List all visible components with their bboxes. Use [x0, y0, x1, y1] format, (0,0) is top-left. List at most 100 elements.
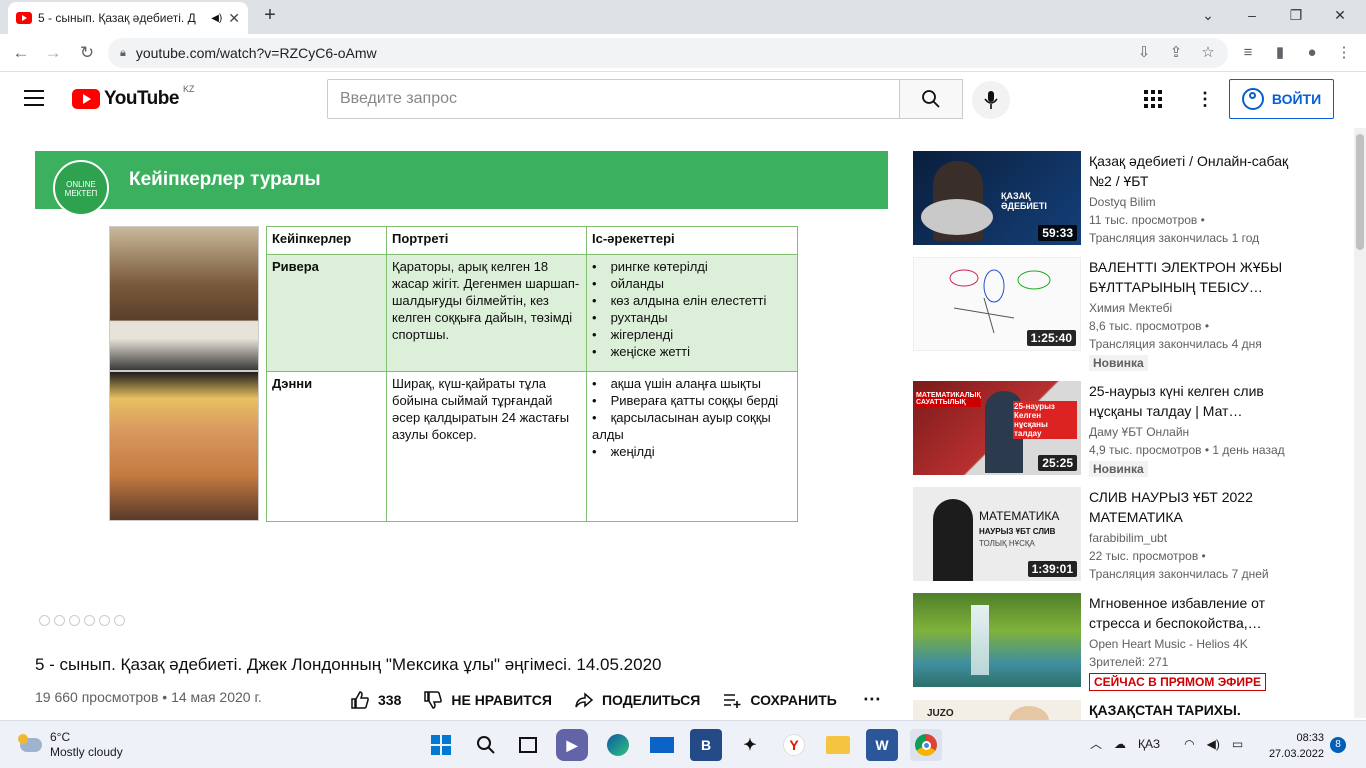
minimize-button[interactable]: – — [1240, 4, 1264, 26]
more-actions-icon[interactable]: ⋯ — [863, 689, 881, 710]
more-icon[interactable] — [114, 615, 125, 626]
search-input[interactable]: Введите запрос — [327, 79, 900, 119]
weather-condition: Mostly cloudy — [50, 745, 123, 759]
new-tab-button[interactable]: + — [258, 4, 282, 26]
thumbnail-text: ҚАЗАҚ ӘДЕБИЕТІ — [1001, 191, 1047, 211]
media-control-icon[interactable]: ≡ — [1236, 40, 1260, 66]
clock[interactable]: 08:33 27.03.2022 — [1264, 730, 1324, 762]
wifi-icon[interactable]: ◠ — [1184, 737, 1194, 751]
browser-tab[interactable]: 5 - сынып. Қазақ әдебиеті. Д ◀) ✕ — [8, 2, 248, 34]
back-button[interactable]: ← — [8, 40, 34, 66]
video-thumbnail[interactable]: МАТЕМАТИКА НАУРЫЗ ҰБТ СЛИВ ТОЛЫҚ НҰСҚА 1… — [913, 487, 1081, 581]
slide-header: ONLINE МЕКТЕП Кейіпкерлер туралы — [35, 151, 888, 216]
system-tray: ︿ ☁ ҚАЗ ◠ ◀) ▭ — [1090, 735, 1243, 752]
lock-icon: 🔒︎ — [120, 46, 126, 59]
microphone-icon — [984, 91, 998, 109]
share-button[interactable]: ПОДЕЛИТЬСЯ — [574, 690, 700, 710]
tab-close-icon[interactable]: ✕ — [228, 10, 240, 27]
share-icon[interactable]: ⇪ — [1164, 40, 1188, 66]
dislike-button[interactable]: НЕ НРАВИТСЯ — [423, 690, 552, 710]
view-count: 4,9 тыс. просмотров • 1 день назад — [1089, 443, 1285, 457]
action-item: жігерленді — [592, 326, 792, 343]
volume-icon[interactable]: ◀) — [1207, 737, 1220, 751]
action-item: Ривераға қатты соққы берді — [592, 392, 792, 409]
next-slide-icon[interactable] — [54, 615, 65, 626]
new-badge: Новинка — [1089, 461, 1148, 477]
restore-button[interactable]: ❐ — [1284, 4, 1308, 26]
tray-chevron-icon[interactable]: ︿ — [1090, 735, 1102, 752]
recommendation-item[interactable]: ҚАЗАҚ ӘДЕБИЕТІ 59:33 Қазақ әдебиеті / Он… — [913, 151, 1333, 251]
file-explorer-icon[interactable] — [822, 729, 854, 761]
battery-icon[interactable]: ▭ — [1232, 737, 1243, 751]
search-taskbar-icon[interactable] — [470, 729, 502, 761]
page-scrollbar[interactable] — [1354, 128, 1366, 718]
chat-icon[interactable]: ▶ — [556, 729, 588, 761]
recommendation-title: СЛИВ НАУРЫЗ ҰБТ 2022 МАТЕМАТИКА — [1089, 489, 1253, 525]
action-item: ақша үшін алаңға шықты — [592, 375, 792, 392]
close-window-button[interactable]: ✕ — [1328, 4, 1352, 26]
video-thumbnail[interactable] — [913, 593, 1081, 687]
video-player[interactable]: ONLINE МЕКТЕП Кейіпкерлер туралы Кейіпке… — [35, 151, 888, 631]
stream-status: Трансляция закончилась 4 дня — [1089, 337, 1262, 351]
search-button[interactable] — [899, 79, 963, 119]
youtube-logo[interactable]: YouTube KZ — [72, 84, 194, 110]
task-view-icon[interactable] — [512, 729, 544, 761]
sign-in-button[interactable]: ВОЙТИ — [1229, 79, 1334, 119]
side-panel-icon[interactable]: ▮ — [1268, 40, 1292, 66]
slides-icon[interactable] — [84, 615, 95, 626]
account-icon — [1241, 88, 1264, 110]
onedrive-cloud-icon[interactable]: ☁ — [1114, 737, 1126, 751]
pen-icon[interactable] — [69, 615, 80, 626]
character-portrait: Қараторы, арық келген 18 жасар жігіт. Де… — [386, 254, 587, 372]
notification-badge[interactable]: 8 — [1330, 737, 1346, 753]
b-app-icon[interactable]: B — [690, 729, 722, 761]
online-mektep-logo: ONLINE МЕКТЕП — [53, 160, 109, 216]
reload-button[interactable]: ↻ — [74, 40, 100, 66]
settings-menu-icon[interactable]: ⋮ — [1196, 88, 1214, 110]
address-bar[interactable]: 🔒︎ youtube.com/watch?v=RZCyC6-oAmw — [108, 38, 1228, 68]
like-button[interactable]: 338 — [350, 690, 401, 710]
speaker-icon[interactable]: ◀) — [211, 13, 222, 24]
start-button[interactable] — [425, 729, 457, 761]
mail-icon[interactable] — [646, 729, 678, 761]
youtube-apps-icon[interactable] — [1144, 90, 1162, 108]
tab-title: 5 - сынып. Қазақ әдебиеті. Д — [38, 11, 196, 25]
sign-in-label: ВОЙТИ — [1271, 91, 1322, 107]
voice-search-button[interactable] — [972, 81, 1010, 119]
language-indicator[interactable]: ҚАЗ — [1138, 737, 1160, 751]
dropbox-icon[interactable]: ✦ — [734, 729, 766, 761]
thumbs-down-icon — [424, 690, 443, 709]
yandex-browser-icon[interactable]: Y — [778, 729, 810, 761]
video-thumbnail[interactable]: МАТЕМАТИКАЛЫҚ САУАТТЫЛЫҚ 25-наурыз Келге… — [913, 381, 1081, 475]
hamburger-menu-icon[interactable] — [24, 90, 44, 106]
video-duration: 59:33 — [1038, 225, 1077, 241]
tab-search-chevron-icon[interactable]: ⌄ — [1196, 4, 1220, 26]
channel-name: Dostyq Bilim — [1089, 195, 1156, 209]
zoom-icon[interactable] — [99, 615, 110, 626]
table-header-cell: Кейіпкерлер — [266, 226, 387, 255]
recommendation-item[interactable]: Мгновенное избавление от стресса и беспо… — [913, 593, 1333, 693]
bookmark-star-icon[interactable]: ☆ — [1196, 40, 1220, 66]
scrollbar-thumb[interactable] — [1356, 134, 1364, 250]
save-button[interactable]: СОХРАНИТЬ — [722, 690, 837, 710]
word-icon[interactable]: W — [866, 729, 898, 761]
chrome-icon[interactable] — [910, 729, 942, 761]
boxer-rivera-image — [109, 226, 259, 371]
prev-slide-icon[interactable] — [39, 615, 50, 626]
recommendation-item[interactable]: JUZO ҚАЗАҚСТАН ТАРИХЫ. — [913, 700, 1333, 720]
recommendation-item[interactable]: МАТЕМАТИКАЛЫҚ САУАТТЫЛЫҚ 25-наурыз Келге… — [913, 381, 1333, 481]
recommendation-item[interactable]: 1:25:40 ВАЛЕНТТІ ЭЛЕКТРОН ЖҰБЫ БҰЛТТАРЫН… — [913, 257, 1333, 371]
recommendation-item[interactable]: МАТЕМАТИКА НАУРЫЗ ҰБТ СЛИВ ТОЛЫҚ НҰСҚА 1… — [913, 487, 1333, 587]
video-thumbnail[interactable]: ҚАЗАҚ ӘДЕБИЕТІ 59:33 — [913, 151, 1081, 245]
slide-title: Кейіпкерлер туралы — [129, 169, 321, 190]
weather-widget[interactable]: 6°C Mostly cloudy — [18, 730, 123, 760]
browser-menu-icon[interactable]: ⋮ — [1332, 40, 1356, 66]
forward-button[interactable]: → — [40, 40, 66, 66]
stream-status: Трансляция закончилась 1 год — [1089, 231, 1260, 245]
share-label: ПОДЕЛИТЬСЯ — [601, 691, 701, 708]
edge-icon[interactable] — [602, 729, 634, 761]
video-thumbnail[interactable]: JUZO — [913, 700, 1081, 720]
install-app-icon[interactable]: ⇩ — [1132, 40, 1156, 66]
profile-icon[interactable]: ● — [1300, 40, 1324, 66]
video-thumbnail[interactable]: 1:25:40 — [913, 257, 1081, 351]
